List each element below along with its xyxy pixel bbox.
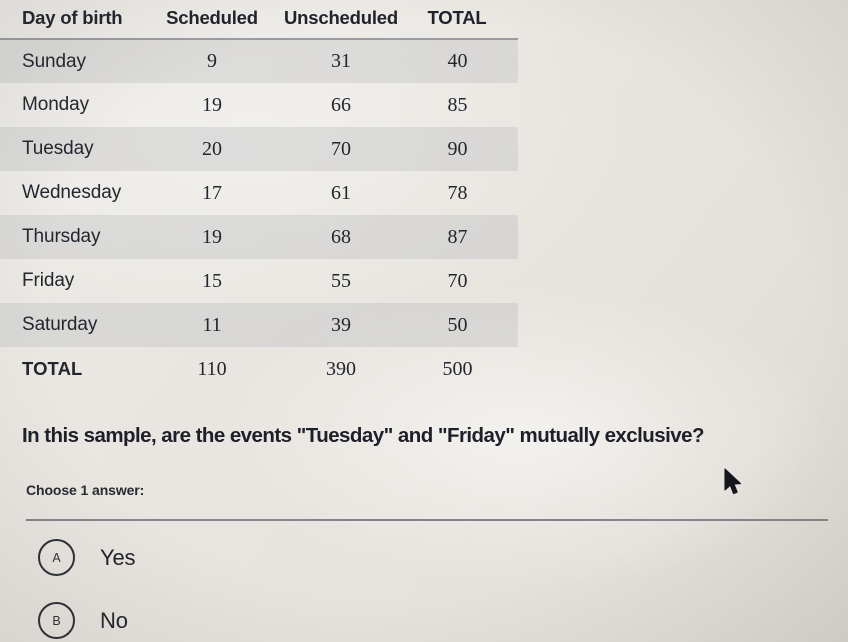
table-row: Wednesday 17 61 78	[0, 171, 518, 215]
cell-scheduled: 17	[202, 181, 222, 204]
table-row: Friday 15 55 70	[0, 259, 518, 303]
cell-total: 90	[447, 137, 468, 160]
cell-unscheduled: 31	[331, 50, 351, 72]
table-row: Monday 19 66 85	[0, 83, 518, 127]
table-header-row: Day of birth Scheduled Unscheduled TOTAL	[0, 0, 518, 40]
answer-option-a[interactable]: A Yes	[38, 539, 135, 576]
cell-total: 70	[447, 269, 468, 292]
cell-total: 78	[447, 181, 468, 204]
table-row: Thursday 19 68 87	[0, 215, 518, 259]
cell-scheduled: 11	[202, 313, 222, 336]
cell-total: 500	[442, 357, 473, 380]
cell-scheduled: 9	[207, 50, 217, 72]
table-row-total: TOTAL 110 390 500	[0, 347, 518, 391]
column-header-scheduled: Scheduled	[150, 0, 274, 40]
option-letter-b[interactable]: B	[38, 602, 75, 639]
column-header-unscheduled: Unscheduled	[274, 0, 408, 40]
cell-total: 85	[447, 93, 468, 116]
cell-unscheduled: 61	[331, 181, 351, 204]
cell-scheduled: 110	[197, 357, 227, 380]
cell-day: Friday	[22, 270, 75, 291]
cell-unscheduled: 39	[331, 313, 351, 336]
table-header: Day of birth Scheduled Unscheduled TOTAL	[0, 0, 518, 40]
cell-scheduled: 19	[202, 225, 222, 248]
answer-option-b[interactable]: B No	[38, 602, 128, 639]
cell-unscheduled: 390	[326, 357, 356, 380]
column-header-total: TOTAL	[408, 0, 518, 40]
cell-scheduled: 19	[202, 93, 222, 116]
cell-unscheduled: 70	[331, 137, 351, 160]
option-label-b[interactable]: No	[100, 608, 128, 634]
cell-total: 50	[447, 313, 468, 336]
option-letter-a[interactable]: A	[38, 539, 75, 576]
cell-scheduled: 15	[202, 269, 222, 292]
question-prompt: In this sample, are the events "Tuesday"…	[22, 424, 704, 447]
cell-day: Tuesday	[22, 138, 94, 159]
cell-total: 87	[447, 225, 468, 248]
cell-unscheduled: 55	[331, 269, 351, 292]
contingency-table: Day of birth Scheduled Unscheduled TOTAL…	[0, 0, 518, 391]
cell-day: Sunday	[22, 50, 86, 72]
cell-day: Monday	[22, 94, 89, 115]
table-body: Sunday 9 31 40 Monday 19 66 85 Tuesday 2…	[0, 39, 518, 391]
choose-answer-label: Choose 1 answer:	[26, 482, 145, 498]
cell-unscheduled: 68	[331, 225, 351, 248]
table-row: Saturday 11 39 50	[0, 303, 518, 347]
cell-day: Saturday	[22, 314, 98, 335]
cell-day: Thursday	[22, 226, 101, 247]
table-row: Tuesday 20 70 90	[0, 127, 518, 171]
cell-unscheduled: 66	[331, 93, 351, 116]
table-row: Sunday 9 31 40	[0, 39, 518, 83]
column-header-day-of-birth: Day of birth	[0, 0, 150, 40]
answers-divider	[26, 519, 828, 522]
option-label-a[interactable]: Yes	[100, 545, 135, 571]
mouse-pointer-icon	[724, 468, 744, 497]
cell-day: Wednesday	[22, 182, 122, 203]
cell-day: TOTAL	[22, 358, 83, 379]
contingency-table-region: Day of birth Scheduled Unscheduled TOTAL…	[0, 0, 530, 391]
cell-scheduled: 20	[202, 137, 222, 160]
cell-total: 40	[447, 50, 468, 72]
